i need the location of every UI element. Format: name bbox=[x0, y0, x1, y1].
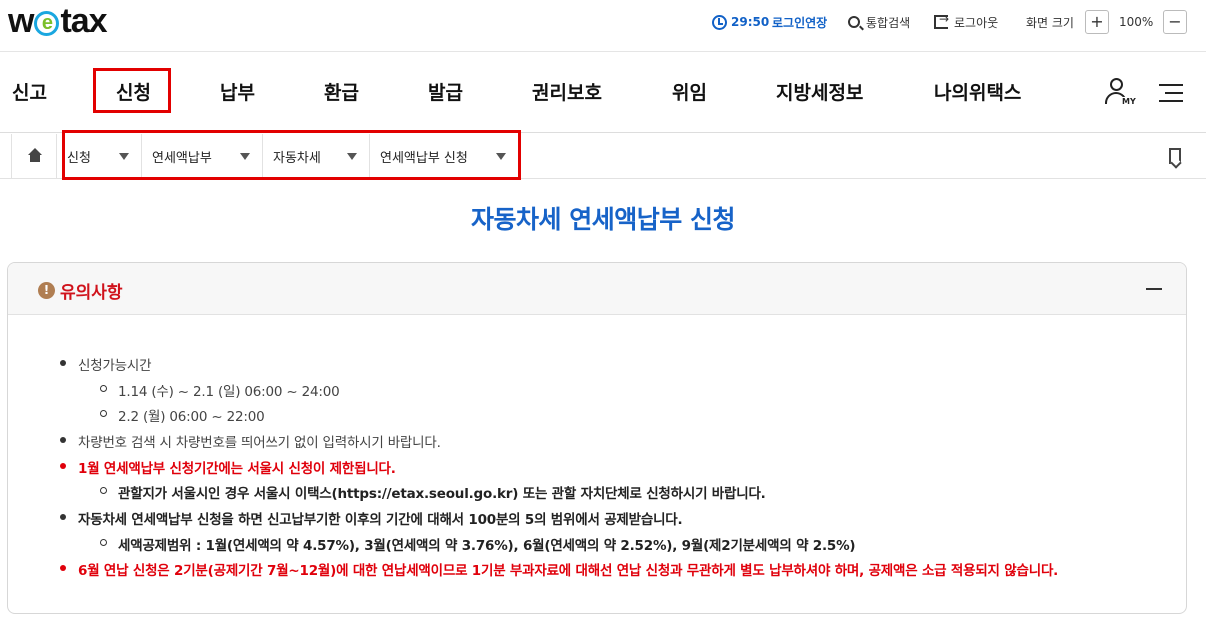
zoom-value: 100% bbox=[1119, 15, 1154, 29]
nav-my-wetax[interactable]: 나의위택스 bbox=[934, 78, 1021, 105]
logout-button[interactable]: 로그아웃 bbox=[934, 11, 998, 33]
nav-refund[interactable]: 환급 bbox=[324, 78, 359, 105]
top-bar: wetax 29:50 로그인연장 통합검색 로그아웃 화면 크기 + 100%… bbox=[0, 0, 1206, 52]
search-icon bbox=[848, 16, 860, 28]
nav-apply-highlight bbox=[93, 68, 171, 113]
nav-delegation[interactable]: 위임 bbox=[672, 78, 707, 105]
list-item: 2.2 (월) 06:00 ~ 22:00 bbox=[100, 405, 265, 425]
notice-list: 신청가능시간 1.14 (수) ~ 2.1 (일) 06:00 ~ 24:00 … bbox=[8, 263, 1186, 613]
main-nav: 신고 신청 납부 환급 발급 권리보호 위임 지방세정보 나의위택스 MY bbox=[0, 53, 1206, 133]
timer-text: 29:50 bbox=[731, 15, 770, 29]
zoom-in-button[interactable]: + bbox=[1085, 10, 1109, 34]
nav-issuance[interactable]: 발급 bbox=[428, 78, 463, 105]
extend-login-button[interactable]: 로그인연장 bbox=[772, 11, 827, 33]
notice-panel: ! 유의사항 신청가능시간 1.14 (수) ~ 2.1 (일) 06:00 ~… bbox=[7, 262, 1187, 614]
zoom-label: 화면 크기 bbox=[1026, 15, 1074, 30]
logout-icon bbox=[934, 12, 949, 29]
wetax-logo[interactable]: w e tax bbox=[8, 3, 108, 39]
search-label: 통합검색 bbox=[866, 15, 911, 30]
home-icon bbox=[28, 148, 42, 155]
logout-label: 로그아웃 bbox=[954, 15, 999, 30]
list-item: 신청가능시간 bbox=[59, 354, 152, 374]
hamburger-menu-icon[interactable] bbox=[1159, 84, 1183, 104]
list-item: 6월 연납 신청은 2기분(공제기간 7월~12월)에 대한 연납세액이므로 1… bbox=[59, 559, 1058, 579]
bookmark-icon[interactable] bbox=[1169, 148, 1181, 164]
my-page-icon[interactable]: MY bbox=[1103, 78, 1137, 108]
list-item: 차량번호 검색 시 차량번호를 띄어쓰기 없이 입력하시기 바랍니다. bbox=[60, 431, 441, 451]
page-title: 자동차세 연세액납부 신청 bbox=[471, 205, 735, 234]
integrated-search-button[interactable]: 통합검색 bbox=[848, 11, 910, 33]
nav-local-tax-info[interactable]: 지방세정보 bbox=[776, 78, 863, 105]
nav-report[interactable]: 신고 bbox=[12, 78, 47, 105]
nav-payment[interactable]: 납부 bbox=[220, 78, 255, 105]
clock-icon bbox=[712, 14, 727, 30]
breadcrumb-highlight bbox=[62, 130, 521, 180]
list-item: 세액공제범위 : 1월(연세액의 약 4.57%), 3월(연세액의 약 3.7… bbox=[99, 534, 856, 554]
home-button[interactable] bbox=[11, 134, 57, 179]
zoom-out-button[interactable]: − bbox=[1163, 10, 1187, 34]
list-item: 1.14 (수) ~ 2.1 (일) 06:00 ~ 24:00 bbox=[100, 380, 340, 400]
list-item: 관할지가 서울시인 경우 서울시 이택스(https://etax.seoul.… bbox=[100, 482, 766, 502]
list-item: 자동차세 연세액납부 신청을 하면 신고납부기한 이후의 기간에 대해서 100… bbox=[59, 508, 683, 528]
session-timer: 29:50 bbox=[712, 11, 769, 33]
list-item: 1월 연세액납부 신청기간에는 서울시 신청이 제한됩니다. bbox=[60, 457, 396, 477]
nav-rights-protection[interactable]: 권리보호 bbox=[532, 78, 602, 105]
